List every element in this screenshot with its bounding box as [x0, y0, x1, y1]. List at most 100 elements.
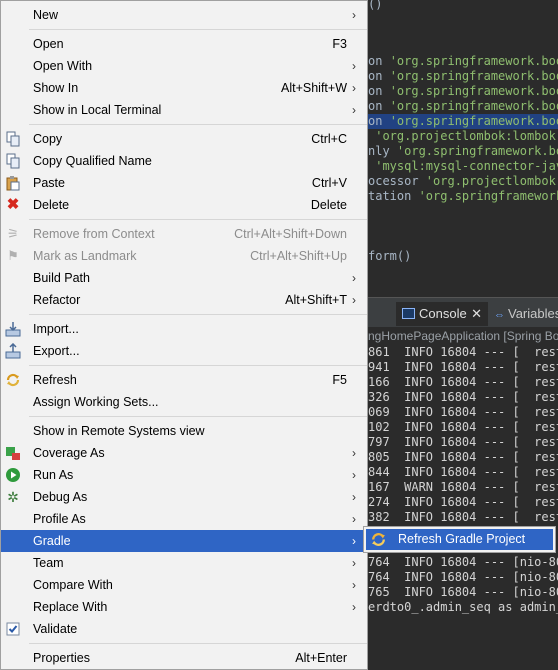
copy-qualified-name-icon: [5, 153, 21, 169]
remove-from-context-icon: ⚞: [7, 226, 19, 241]
menu-item-label: Compare With: [33, 578, 113, 592]
code-line: ocessor 'org.projectlombok:: [368, 174, 558, 188]
tab-console[interactable]: Console ✕: [396, 302, 488, 326]
checkbox-checked-icon: [5, 621, 21, 637]
log-line: 805 INFO 16804 --- [ rest: [368, 450, 558, 464]
delete-icon: ✖: [6, 196, 20, 213]
menu-item-shortcut: Alt+Shift+T: [285, 293, 347, 307]
chevron-right-icon: ›: [352, 512, 356, 526]
menu-item-open[interactable]: Open F3: [1, 33, 367, 55]
menu-item-import[interactable]: Import...: [1, 318, 367, 340]
code-line: on 'org.springframework.boo: [368, 84, 558, 98]
refresh-icon: [5, 372, 21, 388]
menu-item-show-in[interactable]: Show In Alt+Shift+W ›: [1, 77, 367, 99]
menu-separator: [29, 219, 367, 220]
menu-item-shortcut: F5: [332, 373, 347, 387]
menu-item-shortcut: Alt+Shift+W: [281, 81, 347, 95]
menu-item-show-in-local-terminal[interactable]: Show in Local Terminal ›: [1, 99, 367, 121]
menu-item-run-as[interactable]: Run As ›: [1, 464, 367, 486]
menu-item-label: Gradle: [33, 534, 71, 548]
menu-item-debug-as[interactable]: ✲ Debug As ›: [1, 486, 367, 508]
menu-item-label: Copy: [33, 132, 63, 146]
menu-item-label: New: [33, 8, 59, 22]
menu-item-label: Refactor: [33, 293, 81, 307]
menu-item-copy[interactable]: Copy Ctrl+C: [1, 128, 367, 150]
menu-item-properties[interactable]: Properties Alt+Enter: [1, 647, 367, 669]
menu-item-open-with[interactable]: Open With ›: [1, 55, 367, 77]
menu-separator: [29, 416, 367, 417]
menu-item-build-path[interactable]: Build Path ›: [1, 267, 367, 289]
menu-item-label: Validate: [33, 622, 78, 636]
tab-variables[interactable]: ⇔ Variables: [490, 302, 558, 326]
run-icon: [5, 467, 21, 483]
menu-separator: [29, 643, 367, 644]
menu-item-label: Import...: [33, 322, 79, 336]
log-line: 765 INFO 16804 --- [nio-80: [368, 585, 558, 599]
menu-item-label: Refresh: [33, 373, 77, 387]
menu-item-profile-as[interactable]: Profile As ›: [1, 508, 367, 530]
menu-item-label: Remove from Context: [33, 227, 155, 241]
menu-item-team[interactable]: Team ›: [1, 552, 367, 574]
menu-item-new[interactable]: New ›: [1, 4, 367, 26]
menu-item-shortcut: Ctrl+V: [311, 176, 347, 190]
log-line: 274 INFO 16804 --- [ rest: [368, 495, 558, 509]
log-line: 797 INFO 16804 --- [ rest: [368, 435, 558, 449]
code-line: nly 'org.springframework.boo: [368, 144, 558, 158]
code-line: form(): [368, 249, 412, 263]
menu-item-label: Debug As: [33, 490, 88, 504]
menu-item-label: Assign Working Sets...: [33, 395, 159, 409]
log-line: 764 INFO 16804 --- [nio-80: [368, 555, 558, 569]
menu-item-replace-with[interactable]: Replace With ›: [1, 596, 367, 618]
log-line: 167 WARN 16804 --- [ rest: [368, 480, 558, 494]
menu-item-label: Copy Qualified Name: [33, 154, 152, 168]
chevron-right-icon: ›: [352, 81, 356, 95]
menu-item-delete[interactable]: ✖ Delete Delete: [1, 194, 367, 216]
menu-item-refresh[interactable]: Refresh F5: [1, 369, 367, 391]
console-title: ngHomePageApplication [Spring Boo: [368, 327, 558, 345]
log-line: 941 INFO 16804 --- [ rest: [368, 360, 558, 374]
chevron-right-icon: ›: [352, 293, 356, 307]
console-output[interactable]: 861 INFO 16804 --- [ rest 941 INFO 16804…: [368, 345, 558, 670]
chevron-right-icon: ›: [352, 600, 356, 614]
menu-item-copy-qualified-name[interactable]: Copy Qualified Name: [1, 150, 367, 172]
log-line: 102 INFO 16804 --- [ rest: [368, 420, 558, 434]
code-line: 'mysql:mysql-connector-java: [375, 159, 558, 173]
chevron-right-icon: ›: [352, 446, 356, 460]
menu-item-refresh-gradle-project[interactable]: Refresh Gradle Project: [366, 529, 553, 550]
chevron-right-icon: ›: [352, 271, 356, 285]
import-icon: [5, 321, 21, 337]
menu-item-shortcut: Delete: [310, 198, 347, 212]
menu-item-gradle[interactable]: Gradle ›: [1, 530, 367, 552]
coverage-icon: [5, 445, 21, 461]
menu-item-coverage-as[interactable]: Coverage As ›: [1, 442, 367, 464]
menu-separator: [29, 124, 367, 125]
menu-item-mark-as-landmark: ⚑ Mark as Landmark Ctrl+Alt+Shift+Up: [1, 245, 367, 267]
menu-item-compare-with[interactable]: Compare With ›: [1, 574, 367, 596]
code-line: (): [368, 0, 383, 11]
menu-item-shortcut: Ctrl+Alt+Shift+Up: [250, 249, 347, 263]
menu-separator: [29, 29, 367, 30]
menu-item-refactor[interactable]: Refactor Alt+Shift+T ›: [1, 289, 367, 311]
menu-item-label: Team: [33, 556, 64, 570]
menu-item-label: Export...: [33, 344, 80, 358]
menu-item-label: Delete: [33, 198, 70, 212]
code-editor[interactable]: () on 'org.springframework.boo on 'org.s…: [368, 0, 558, 297]
menu-item-assign-working-sets[interactable]: Assign Working Sets...: [1, 391, 367, 413]
code-line: on 'org.springframework.boo: [368, 99, 558, 113]
log-line: 861 INFO 16804 --- [ rest: [368, 345, 558, 359]
gradle-submenu: Refresh Gradle Project: [363, 526, 556, 553]
chevron-right-icon: ›: [352, 468, 356, 482]
log-line: 326 INFO 16804 --- [ rest: [368, 390, 558, 404]
close-icon[interactable]: ✕: [471, 302, 482, 326]
menu-item-label: Build Path: [33, 271, 90, 285]
menu-item-paste[interactable]: Paste Ctrl+V: [1, 172, 367, 194]
code-line: tation 'org.springframework: [368, 189, 558, 203]
context-menu: New › Open F3 Open With › Show In Alt+Sh…: [0, 0, 368, 670]
menu-item-show-in-remote-systems-view[interactable]: Show in Remote Systems view: [1, 420, 367, 442]
menu-item-export[interactable]: Export...: [1, 340, 367, 362]
menu-item-validate[interactable]: Validate: [1, 618, 367, 640]
console-icon: [402, 308, 415, 319]
code-line: on 'org.springframework.boo: [368, 69, 558, 83]
menu-item-shortcut: Alt+Enter: [295, 651, 347, 665]
paste-icon: [5, 175, 21, 191]
